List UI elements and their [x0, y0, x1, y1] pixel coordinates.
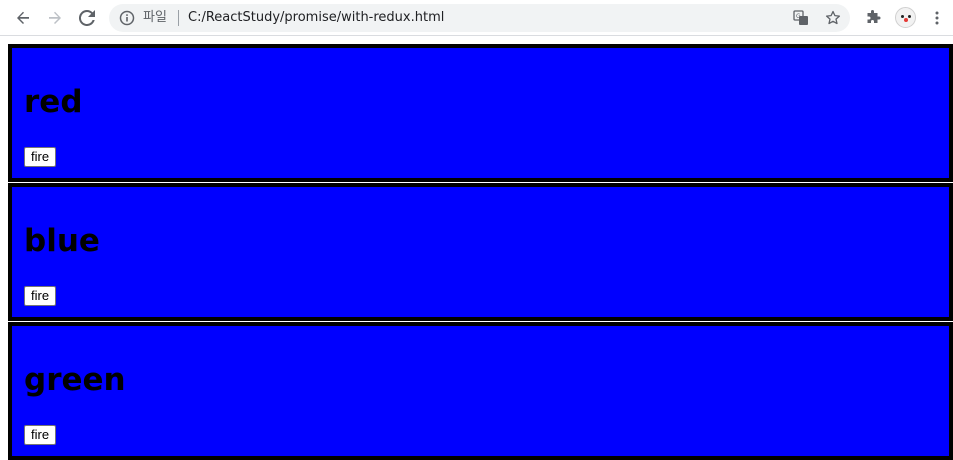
browser-toolbar: 파일 C:/ReactStudy/promise/with-redux.html… [0, 0, 953, 36]
back-arrow-icon[interactable] [11, 6, 35, 30]
fire-button[interactable]: fire [24, 147, 57, 167]
page-content: red fire blue fire green fire [0, 36, 953, 460]
address-bar[interactable]: 파일 C:/ReactStudy/promise/with-redux.html… [109, 4, 850, 32]
panel-title: red [24, 84, 83, 120]
color-panel-green: green fire [8, 322, 953, 460]
divider [178, 10, 179, 26]
fire-button[interactable]: fire [24, 286, 57, 306]
color-panel-red: red fire [8, 44, 953, 182]
puzzle-icon[interactable] [861, 6, 885, 30]
color-panel-blue: blue fire [8, 183, 953, 321]
reload-icon[interactable] [75, 6, 99, 30]
forward-arrow-icon[interactable] [43, 6, 67, 30]
kebab-menu-icon[interactable] [925, 6, 949, 30]
profile-avatar[interactable] [895, 7, 916, 28]
panel-title: blue [24, 223, 100, 259]
star-icon[interactable] [823, 8, 843, 28]
scheme-label: 파일 [143, 10, 167, 25]
info-icon[interactable] [119, 10, 135, 26]
translate-icon[interactable]: G [791, 8, 811, 28]
fire-button[interactable]: fire [24, 425, 57, 445]
panel-title: green [24, 362, 126, 398]
svg-text:G: G [796, 13, 801, 20]
url-text[interactable]: C:/ReactStudy/promise/with-redux.html [188, 9, 444, 27]
